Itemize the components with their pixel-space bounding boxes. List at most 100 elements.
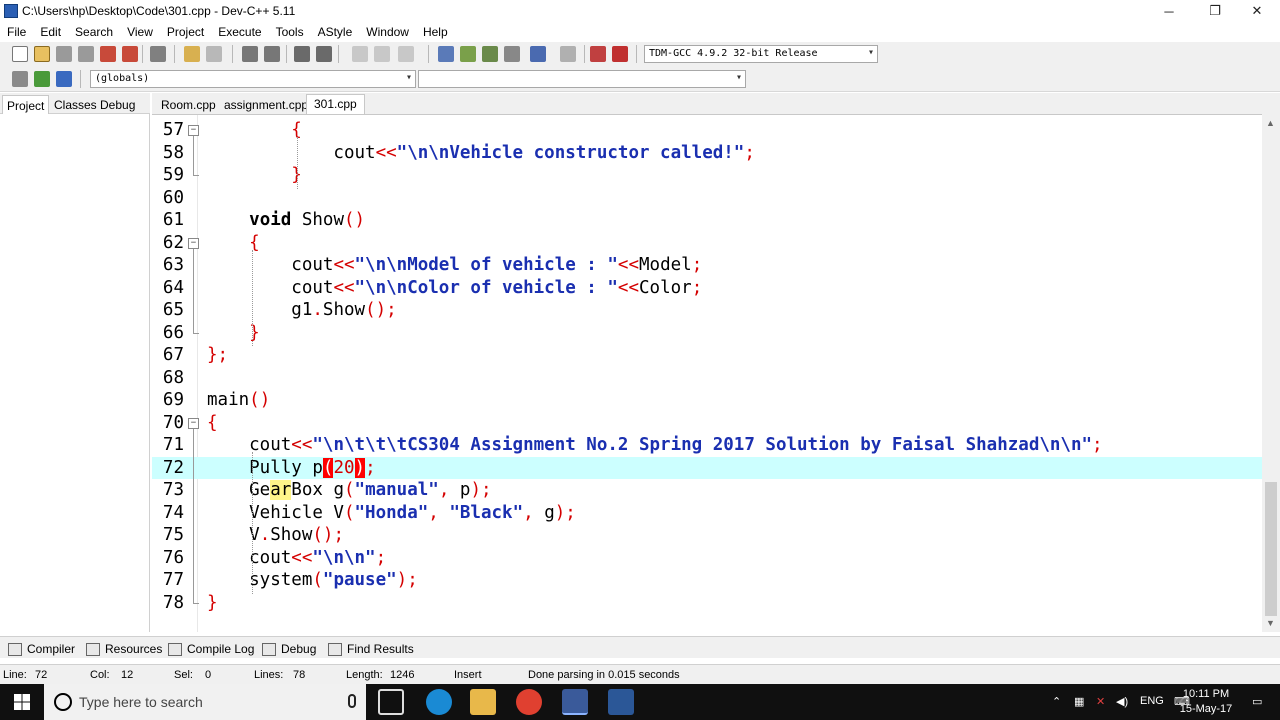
save-icon[interactable]	[56, 46, 72, 62]
stop-execution-icon[interactable]	[560, 46, 576, 62]
input-language[interactable]: ENG	[1140, 695, 1164, 707]
code-line[interactable]: 69 main()	[152, 389, 1262, 412]
rebuild-icon[interactable]	[504, 46, 520, 62]
menu-view[interactable]: View	[120, 22, 160, 42]
scroll-down-arrow-icon[interactable]: ▼	[1266, 618, 1275, 628]
scope-select[interactable]: (globals) ▾	[90, 70, 416, 88]
restore-button[interactable]: ❐	[1192, 0, 1238, 22]
find-icon[interactable]	[242, 46, 258, 62]
fold-collapse-icon[interactable]: −	[188, 125, 199, 136]
devcpp-taskbar-icon[interactable]	[562, 689, 588, 715]
code-line[interactable]: 59 }	[152, 164, 1262, 187]
goto-line-icon[interactable]	[294, 46, 310, 62]
menu-tools[interactable]: Tools	[269, 22, 311, 42]
indent-right-icon[interactable]	[374, 46, 390, 62]
fold-collapse-icon[interactable]: −	[188, 237, 199, 249]
menu-search[interactable]: Search	[68, 22, 120, 42]
code-line[interactable]: 58 cout<<"\n\nVehicle constructor called…	[152, 142, 1262, 165]
bookmark-icon[interactable]	[316, 46, 332, 62]
code-line[interactable]: 60	[152, 187, 1262, 210]
network-icon[interactable]: ▦	[1074, 695, 1084, 708]
indent-left-icon[interactable]	[352, 46, 368, 62]
menu-execute[interactable]: Execute	[211, 22, 268, 42]
redo-icon[interactable]	[206, 46, 222, 62]
menu-window[interactable]: Window	[359, 22, 416, 42]
toggle-bookmark-icon[interactable]	[34, 71, 50, 87]
code-line[interactable]: 64 cout<<"\n\nColor of vehicle : "<<Colo…	[152, 277, 1262, 300]
taskbar-clock[interactable]: 10:11 PM 15-May-17	[1176, 687, 1236, 717]
show-hidden-icons-icon[interactable]: ⌃	[1052, 695, 1061, 708]
taskbar-search-box[interactable]: Type here to search	[44, 684, 366, 720]
code-line[interactable]: 67};	[152, 344, 1262, 367]
start-button[interactable]	[0, 684, 44, 720]
antivirus-icon[interactable]: ✕	[1096, 695, 1105, 708]
menu-file[interactable]: File	[0, 22, 33, 42]
code-line[interactable]: 70 {	[152, 412, 1262, 435]
scroll-up-arrow-icon[interactable]: ▲	[1266, 118, 1275, 128]
microphone-icon[interactable]	[348, 694, 356, 708]
tab-compile-log[interactable]: Compile Log	[168, 640, 254, 658]
run-icon[interactable]	[460, 46, 476, 62]
menu-project[interactable]: Project	[160, 22, 211, 42]
code-line[interactable]: 57 {	[152, 119, 1262, 142]
fold-collapse-icon[interactable]: −	[188, 417, 199, 429]
tab-project[interactable]: Project	[2, 95, 50, 114]
print-icon[interactable]	[150, 46, 166, 62]
tab-classes[interactable]: Classes	[50, 95, 101, 114]
file-explorer-icon[interactable]	[470, 689, 496, 715]
close-button[interactable]: ✕	[1234, 0, 1280, 22]
code-line[interactable]: 77 system("pause");	[152, 569, 1262, 592]
code-line[interactable]: 63 cout<<"\n\nModel of vehicle : "<<Mode…	[152, 254, 1262, 277]
insert-icon[interactable]	[12, 71, 28, 87]
tab-debug[interactable]: Debug	[96, 95, 139, 114]
tab-room-cpp[interactable]: Room.cpp	[154, 96, 223, 114]
code-line[interactable]: 76 cout<<"\n\n";	[152, 547, 1262, 570]
code-line[interactable]: 71 cout<<"\n\t\t\tCS304 Assignment No.2 …	[152, 434, 1262, 457]
code-line[interactable]: 66 }	[152, 322, 1262, 345]
undo-icon[interactable]	[184, 46, 200, 62]
minimize-button[interactable]: ─	[1146, 0, 1192, 22]
skype-icon[interactable]	[426, 689, 452, 715]
code-line[interactable]: 65 g1.Show();	[152, 299, 1262, 322]
compiler-select[interactable]: TDM-GCC 4.9.2 32-bit Release ▾	[644, 45, 878, 63]
tab-assignment-cpp[interactable]: assignment.cpp	[217, 96, 315, 114]
code-line[interactable]: 75 V.Show();	[152, 524, 1262, 547]
tab-compiler[interactable]: Compiler	[8, 640, 75, 658]
tab-resources[interactable]: Resources	[86, 640, 162, 658]
code-line[interactable]: 68	[152, 367, 1262, 390]
menu-astyle[interactable]: AStyle	[311, 22, 360, 42]
code-line[interactable]: 61 void Show()	[152, 209, 1262, 232]
menu-edit[interactable]: Edit	[33, 22, 68, 42]
delete-profile-icon[interactable]	[612, 46, 628, 62]
code-line[interactable]: 74 Vehicle V("Honda", "Black", g);	[152, 502, 1262, 525]
compile-icon[interactable]	[438, 46, 454, 62]
toggle-comment-icon[interactable]	[398, 46, 414, 62]
tab-301-cpp[interactable]: 301.cpp	[306, 94, 365, 114]
profile-chart-icon[interactable]	[590, 46, 606, 62]
replace-icon[interactable]	[264, 46, 280, 62]
tab-debug-output[interactable]: Debug	[262, 640, 316, 658]
volume-icon[interactable]: ◀)	[1116, 695, 1128, 708]
word-icon[interactable]	[608, 689, 634, 715]
code-line[interactable]: 78}	[152, 592, 1262, 615]
open-file-icon[interactable]	[34, 46, 50, 62]
goto-bookmark-icon[interactable]	[56, 71, 72, 87]
code-line[interactable]: 62 {	[152, 232, 1262, 255]
save-all-icon[interactable]	[78, 46, 94, 62]
task-view-icon[interactable]	[378, 689, 404, 715]
scrollbar-thumb[interactable]	[1265, 482, 1277, 616]
notifications-icon[interactable]: ▭	[1252, 695, 1262, 708]
compile-run-icon[interactable]	[482, 46, 498, 62]
code-line[interactable]: 73 GearBox g("manual", p);	[152, 479, 1262, 502]
close-file-icon[interactable]	[100, 46, 116, 62]
close-all-icon[interactable]	[122, 46, 138, 62]
code-editor[interactable]: 57 {58 cout<<"\n\nVehicle constructor ca…	[152, 114, 1262, 632]
chrome-icon[interactable]	[516, 689, 542, 715]
syntax-check-icon[interactable]	[530, 46, 546, 62]
tab-find-results[interactable]: Find Results	[328, 640, 414, 658]
new-file-icon[interactable]	[12, 46, 28, 62]
menu-help[interactable]: Help	[416, 22, 455, 42]
project-browser[interactable]	[0, 114, 150, 632]
editor-vertical-scrollbar[interactable]: ▲ ▼	[1262, 114, 1280, 632]
code-line-current[interactable]: 72 Pully p(20);	[152, 456, 1262, 479]
